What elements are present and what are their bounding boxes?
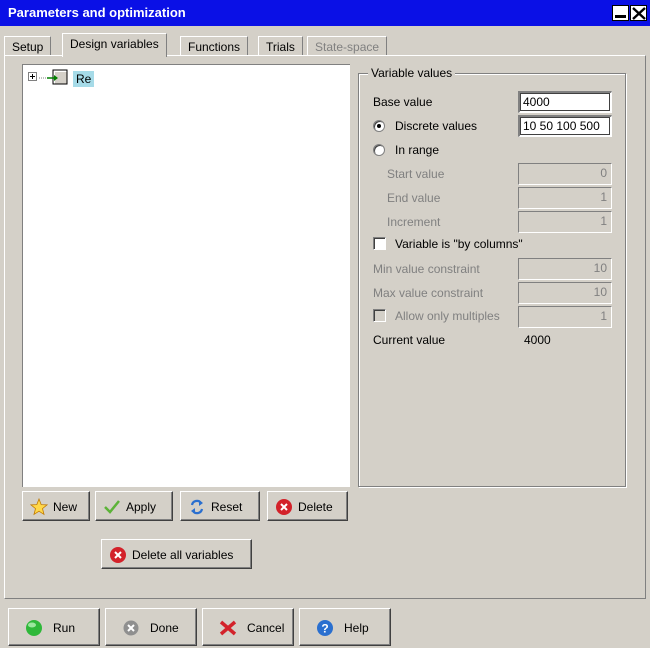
discrete-values-radio[interactable] (373, 120, 385, 132)
run-button[interactable]: Run (8, 608, 100, 646)
discrete-values-input[interactable]: 10 50 100 500 (518, 115, 612, 137)
tab-strip: Setup Design variables Functions Trials … (4, 33, 646, 57)
delete-icon (276, 499, 292, 515)
tab-trials[interactable]: Trials (258, 36, 303, 56)
refresh-icon (190, 499, 204, 515)
help-button-label: Help (344, 621, 369, 635)
max-constraint-label: Max value constraint (373, 286, 484, 300)
max-constraint-input[interactable]: 10 (518, 282, 612, 304)
tab-design-variables[interactable]: Design variables (62, 33, 167, 57)
apply-button[interactable]: Apply (95, 491, 173, 521)
start-value-label: Start value (387, 167, 445, 181)
base-value-label: Base value (373, 95, 433, 109)
reset-button-label: Reset (211, 500, 243, 514)
help-button[interactable]: ? Help (299, 608, 391, 646)
delete-button-label: Delete (298, 500, 333, 514)
end-value-label: End value (387, 191, 441, 205)
delete-icon (110, 547, 126, 563)
in-range-label: In range (395, 143, 440, 157)
base-value-input[interactable]: 4000 (518, 91, 612, 113)
tab-setup[interactable]: Setup (4, 36, 52, 56)
reset-button[interactable]: Reset (180, 491, 260, 521)
close-button[interactable] (630, 5, 647, 21)
end-value-input[interactable]: 1 (518, 187, 612, 209)
min-constraint-input[interactable]: 10 (518, 258, 612, 280)
minimize-button[interactable] (612, 5, 629, 21)
red-x-icon (219, 620, 237, 636)
green-circle-icon (26, 620, 42, 636)
tab-label: State-space (315, 40, 380, 54)
current-value-label: Current value (373, 333, 446, 347)
by-columns-checkbox[interactable] (373, 237, 386, 250)
in-range-radio[interactable] (373, 144, 385, 156)
star-icon (30, 498, 48, 516)
tab-state-space[interactable]: State-space (307, 36, 388, 56)
tab-label: Setup (12, 40, 44, 54)
tab-functions[interactable]: Functions (180, 36, 249, 56)
tab-label: Trials (266, 40, 295, 54)
close-icon (632, 7, 646, 20)
allow-multiples-label: Allow only multiples (395, 309, 500, 323)
increment-label: Increment (387, 215, 441, 229)
new-button[interactable]: New (22, 491, 90, 521)
min-constraint-label: Min value constraint (373, 262, 480, 276)
allow-multiples-checkbox[interactable] (373, 309, 386, 322)
checkmark-icon (104, 500, 120, 514)
done-button[interactable]: Done (105, 608, 197, 646)
group-title: Variable values (368, 66, 456, 80)
delete-button[interactable]: Delete (267, 491, 348, 521)
tree-expand-toggle[interactable] (28, 72, 37, 81)
title-bar[interactable]: Parameters and optimization (0, 0, 650, 26)
done-icon (123, 620, 139, 636)
start-value-input[interactable]: 0 (518, 163, 612, 185)
tab-label: Functions (188, 40, 241, 54)
window-title: Parameters and optimization (8, 5, 186, 20)
tab-label: Design variables (70, 37, 159, 51)
help-icon: ? (317, 620, 333, 636)
multiples-input[interactable]: 1 (518, 306, 612, 328)
discrete-values-label: Discrete values (395, 119, 478, 133)
delete-all-variables-button[interactable]: Delete all variables (101, 539, 252, 569)
current-value: 4000 (524, 333, 551, 347)
increment-input[interactable]: 1 (518, 211, 612, 233)
variable-node-icon (39, 69, 68, 85)
cancel-button[interactable]: Cancel (202, 608, 294, 646)
run-button-label: Run (53, 621, 76, 635)
variables-tree[interactable]: Re (22, 64, 350, 487)
tree-item-label[interactable]: Re (73, 71, 95, 87)
by-columns-label: Variable is "by columns" (395, 237, 523, 251)
done-button-label: Done (150, 621, 179, 635)
apply-button-label: Apply (126, 500, 157, 514)
delete-all-button-label: Delete all variables (132, 548, 234, 562)
cancel-button-label: Cancel (247, 621, 285, 635)
svg-text:?: ? (321, 622, 328, 636)
new-button-label: New (53, 500, 78, 514)
